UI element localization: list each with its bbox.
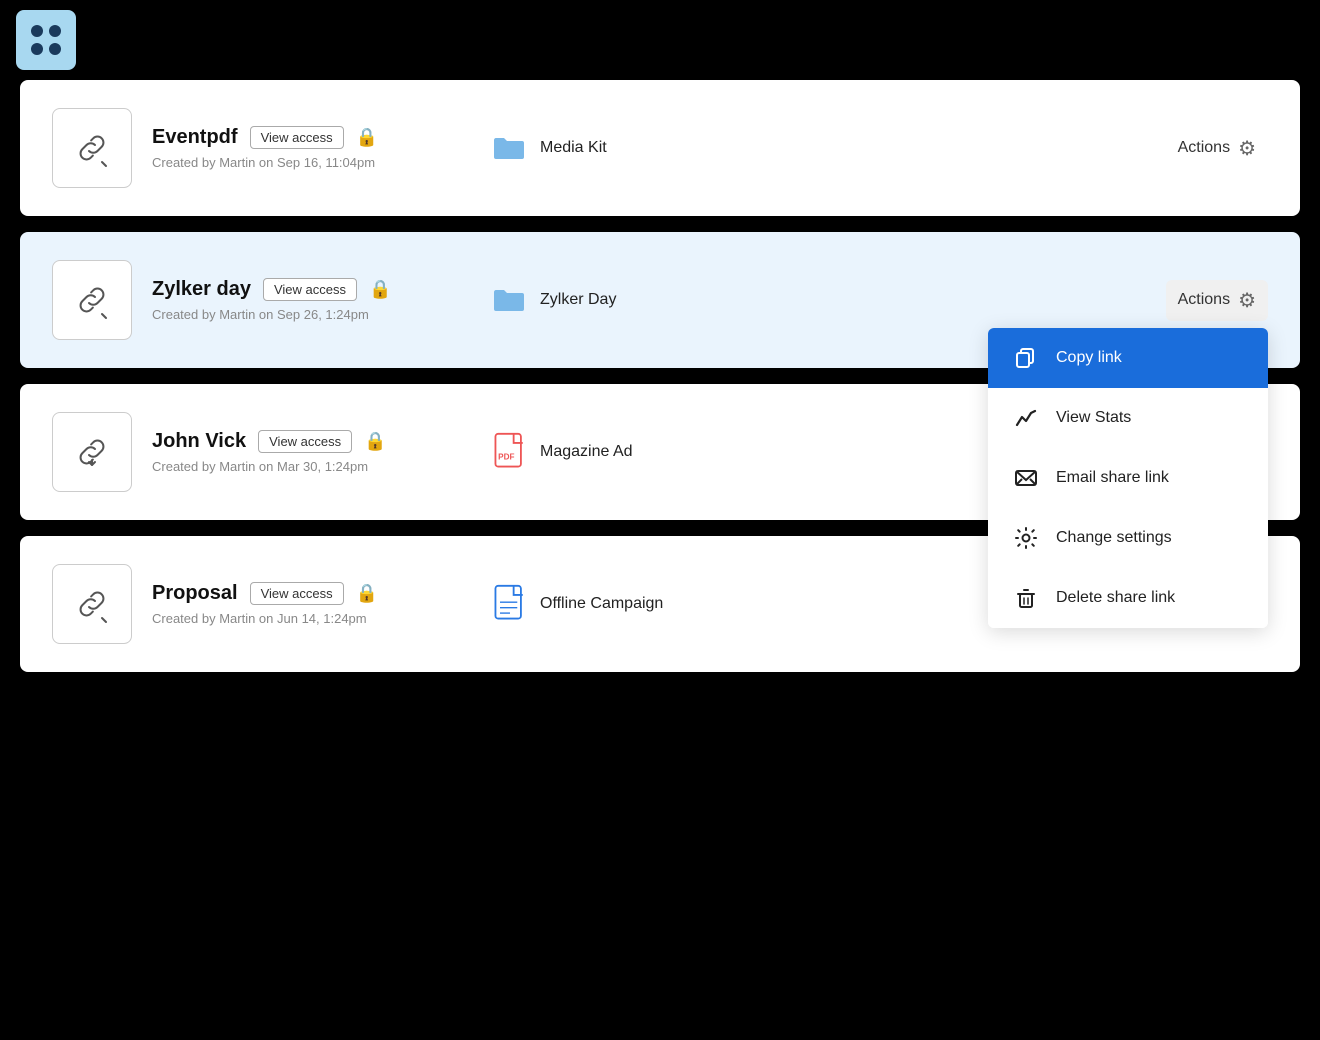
file-name-proposal: Offline Campaign (540, 595, 663, 613)
link-name-proposal: Proposal View access 🔒 (152, 582, 432, 605)
link-icon-zylker (70, 278, 114, 322)
top-bar (0, 0, 1320, 80)
link-icon-box-johnvick (52, 412, 132, 492)
link-icon-box-proposal (52, 564, 132, 644)
actions-btn-eventpdf[interactable]: Actions ⚙ (1166, 128, 1268, 169)
dropdown-item-change-settings[interactable]: Change settings (988, 508, 1268, 568)
link-meta-johnvick: Created by Martin on Mar 30, 1:24pm (152, 459, 432, 474)
gear-icon-eventpdf: ⚙ (1238, 136, 1256, 161)
lock-icon-zylker: 🔒 (369, 279, 391, 300)
link-info-zylker: Zylker day View access 🔒 Created by Mart… (152, 278, 432, 322)
dropdown-item-copy-link[interactable]: Copy link (988, 328, 1268, 388)
link-name-zylker: Zylker day View access 🔒 (152, 278, 432, 301)
link-name-eventpdf: Eventpdf View access 🔒 (152, 126, 432, 149)
folder-icon-zylker (492, 282, 528, 318)
dropdown-item-delete-link[interactable]: Delete share link (988, 568, 1268, 628)
logo-dot (49, 25, 61, 37)
dropdown-item-email-share[interactable]: Email share link (988, 448, 1268, 508)
svg-text:PDF: PDF (498, 452, 514, 461)
card-zylkerday: Zylker day View access 🔒 Created by Mart… (20, 232, 1300, 368)
lock-icon-eventpdf: 🔒 (356, 127, 378, 148)
link-meta-proposal: Created by Martin on Jun 14, 1:24pm (152, 611, 432, 626)
doc-icon-proposal (492, 584, 528, 624)
settings-icon (1012, 524, 1040, 552)
lock-icon-proposal: 🔒 (356, 583, 378, 604)
link-icon (70, 126, 114, 170)
email-icon (1012, 464, 1040, 492)
link-icon-box-zylker (52, 260, 132, 340)
actions-dropdown-zylker: Copy link View Stats (988, 328, 1268, 628)
lock-icon-johnvick: 🔒 (364, 431, 386, 452)
link-info-johnvick: John Vick View access 🔒 Created by Marti… (152, 430, 432, 474)
file-name-eventpdf: Media Kit (540, 139, 607, 157)
view-access-btn-proposal[interactable]: View access (250, 582, 344, 605)
file-info-zylker: Zylker Day (492, 282, 1166, 318)
cards-list: Eventpdf View access 🔒 Created by Martin… (0, 80, 1320, 688)
logo-dot (31, 43, 43, 55)
folder-icon-eventpdf (492, 130, 528, 166)
link-icon-box (52, 108, 132, 188)
file-info-eventpdf: Media Kit (492, 130, 1166, 166)
logo-dot (31, 25, 43, 37)
card-eventpdf: Eventpdf View access 🔒 Created by Martin… (20, 80, 1300, 216)
link-icon-johnvick (70, 430, 114, 474)
actions-btn-zylker[interactable]: Actions ⚙ (1166, 280, 1268, 321)
trash-icon (1012, 584, 1040, 612)
view-access-btn-zylker[interactable]: View access (263, 278, 357, 301)
actions-area-zylker: Actions ⚙ Copy link (1166, 280, 1268, 321)
dropdown-item-view-stats[interactable]: View Stats (988, 388, 1268, 448)
stats-icon (1012, 404, 1040, 432)
view-access-btn-eventpdf[interactable]: View access (250, 126, 344, 149)
link-icon-proposal (70, 582, 114, 626)
logo-dot (49, 43, 61, 55)
gear-icon-zylker: ⚙ (1238, 288, 1256, 313)
view-access-btn-johnvick[interactable]: View access (258, 430, 352, 453)
link-meta-eventpdf: Created by Martin on Sep 16, 11:04pm (152, 155, 432, 170)
file-name-johnvick: Magazine Ad (540, 443, 633, 461)
pdf-icon-johnvick: PDF (492, 432, 528, 472)
link-info-eventpdf: Eventpdf View access 🔒 Created by Martin… (152, 126, 432, 170)
copy-link-icon (1012, 344, 1040, 372)
link-meta-zylker: Created by Martin on Sep 26, 1:24pm (152, 307, 432, 322)
app-logo (16, 10, 76, 70)
link-info-proposal: Proposal View access 🔒 Created by Martin… (152, 582, 432, 626)
link-name-johnvick: John Vick View access 🔒 (152, 430, 432, 453)
actions-area-eventpdf: Actions ⚙ (1166, 128, 1268, 169)
file-name-zylker: Zylker Day (540, 291, 616, 309)
